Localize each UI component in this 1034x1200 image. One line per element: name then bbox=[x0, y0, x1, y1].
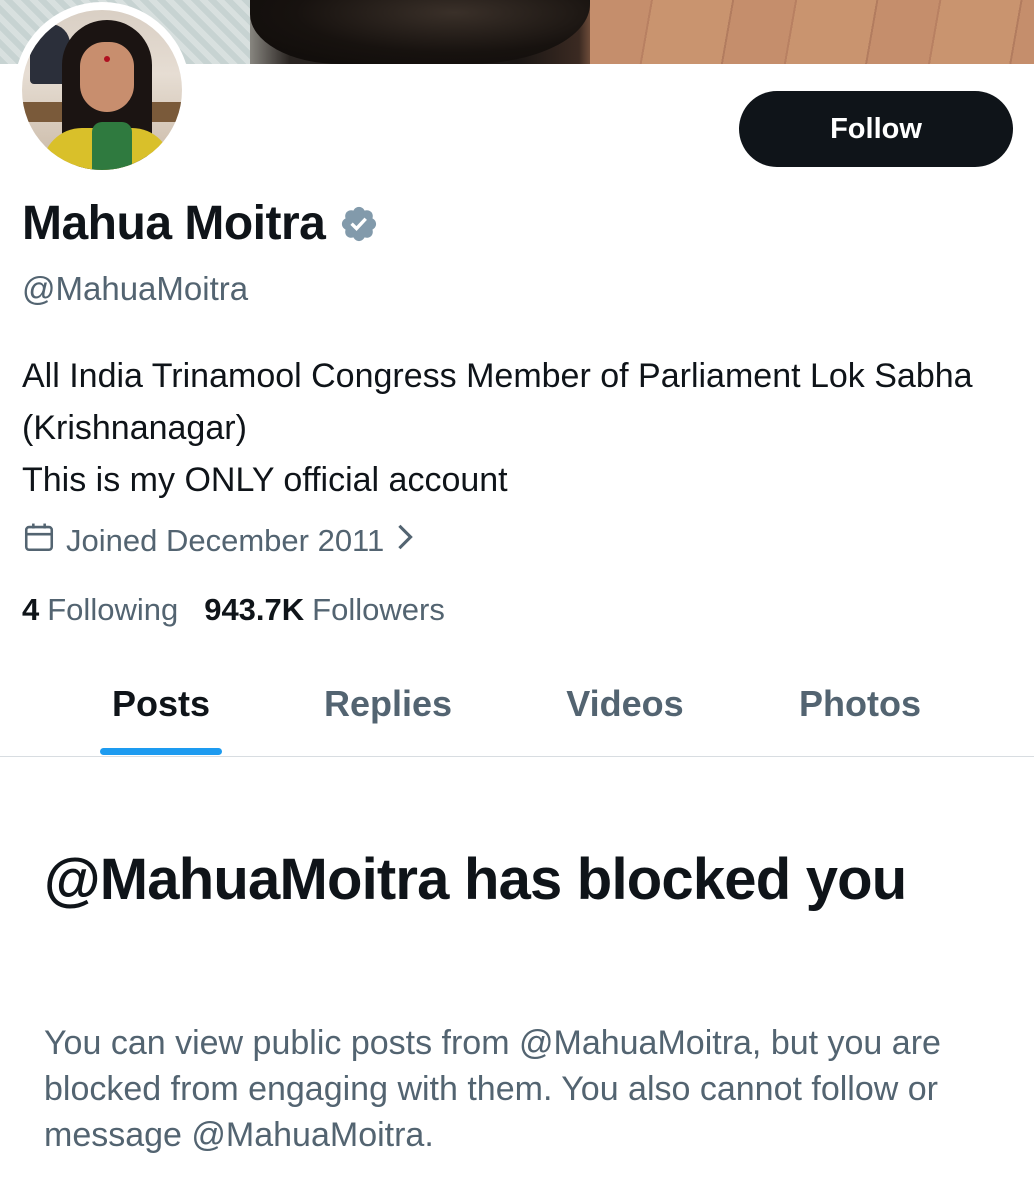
profile-tabs: Posts Replies Videos Photos bbox=[0, 680, 1034, 757]
chevron-right-icon bbox=[396, 523, 424, 559]
calendar-icon bbox=[22, 520, 66, 562]
avatar-saree-accent bbox=[92, 122, 132, 170]
follow-stats: 4 Following 943.7K Followers bbox=[22, 592, 445, 628]
profile-name-row: Mahua Moitra bbox=[22, 196, 379, 251]
joined-date-row[interactable]: Joined December 2011 bbox=[22, 520, 424, 562]
followers-label: Followers bbox=[312, 592, 445, 627]
following-link[interactable]: 4 Following bbox=[22, 592, 178, 628]
blocked-description: You can view public posts from @MahuaMoi… bbox=[44, 1024, 941, 1154]
banner-dog bbox=[250, 0, 590, 64]
avatar-bindi bbox=[104, 56, 110, 62]
avatar-photo bbox=[22, 10, 182, 170]
banner-floor bbox=[590, 0, 1034, 64]
profile-handle: @MahuaMoitra bbox=[22, 270, 249, 307]
profile-name: Mahua Moitra bbox=[22, 197, 326, 250]
followers-count: 943.7K bbox=[204, 592, 305, 627]
tab-replies[interactable]: Replies bbox=[310, 680, 466, 756]
avatar[interactable] bbox=[14, 2, 190, 178]
active-tab-indicator bbox=[100, 748, 222, 755]
bio-line: This is my ONLY official account bbox=[22, 461, 508, 499]
avatar-face bbox=[80, 42, 134, 112]
tab-videos[interactable]: Videos bbox=[552, 680, 698, 756]
tab-photos[interactable]: Photos bbox=[786, 680, 934, 756]
bio-line: All India Trinamool Congress Member of P… bbox=[22, 357, 973, 447]
tab-posts[interactable]: Posts bbox=[100, 680, 222, 756]
following-count: 4 bbox=[22, 592, 40, 627]
followers-link[interactable]: 943.7K Followers bbox=[204, 592, 445, 628]
blocked-title: @MahuaMoitra has blocked you bbox=[44, 847, 907, 912]
profile-bio: All India Trinamool Congress Member of P… bbox=[22, 350, 1012, 506]
following-label: Following bbox=[47, 592, 179, 627]
verified-badge-icon[interactable] bbox=[339, 204, 379, 244]
follow-button[interactable]: Follow bbox=[739, 91, 1013, 167]
joined-date: Joined December 2011 bbox=[66, 523, 385, 558]
